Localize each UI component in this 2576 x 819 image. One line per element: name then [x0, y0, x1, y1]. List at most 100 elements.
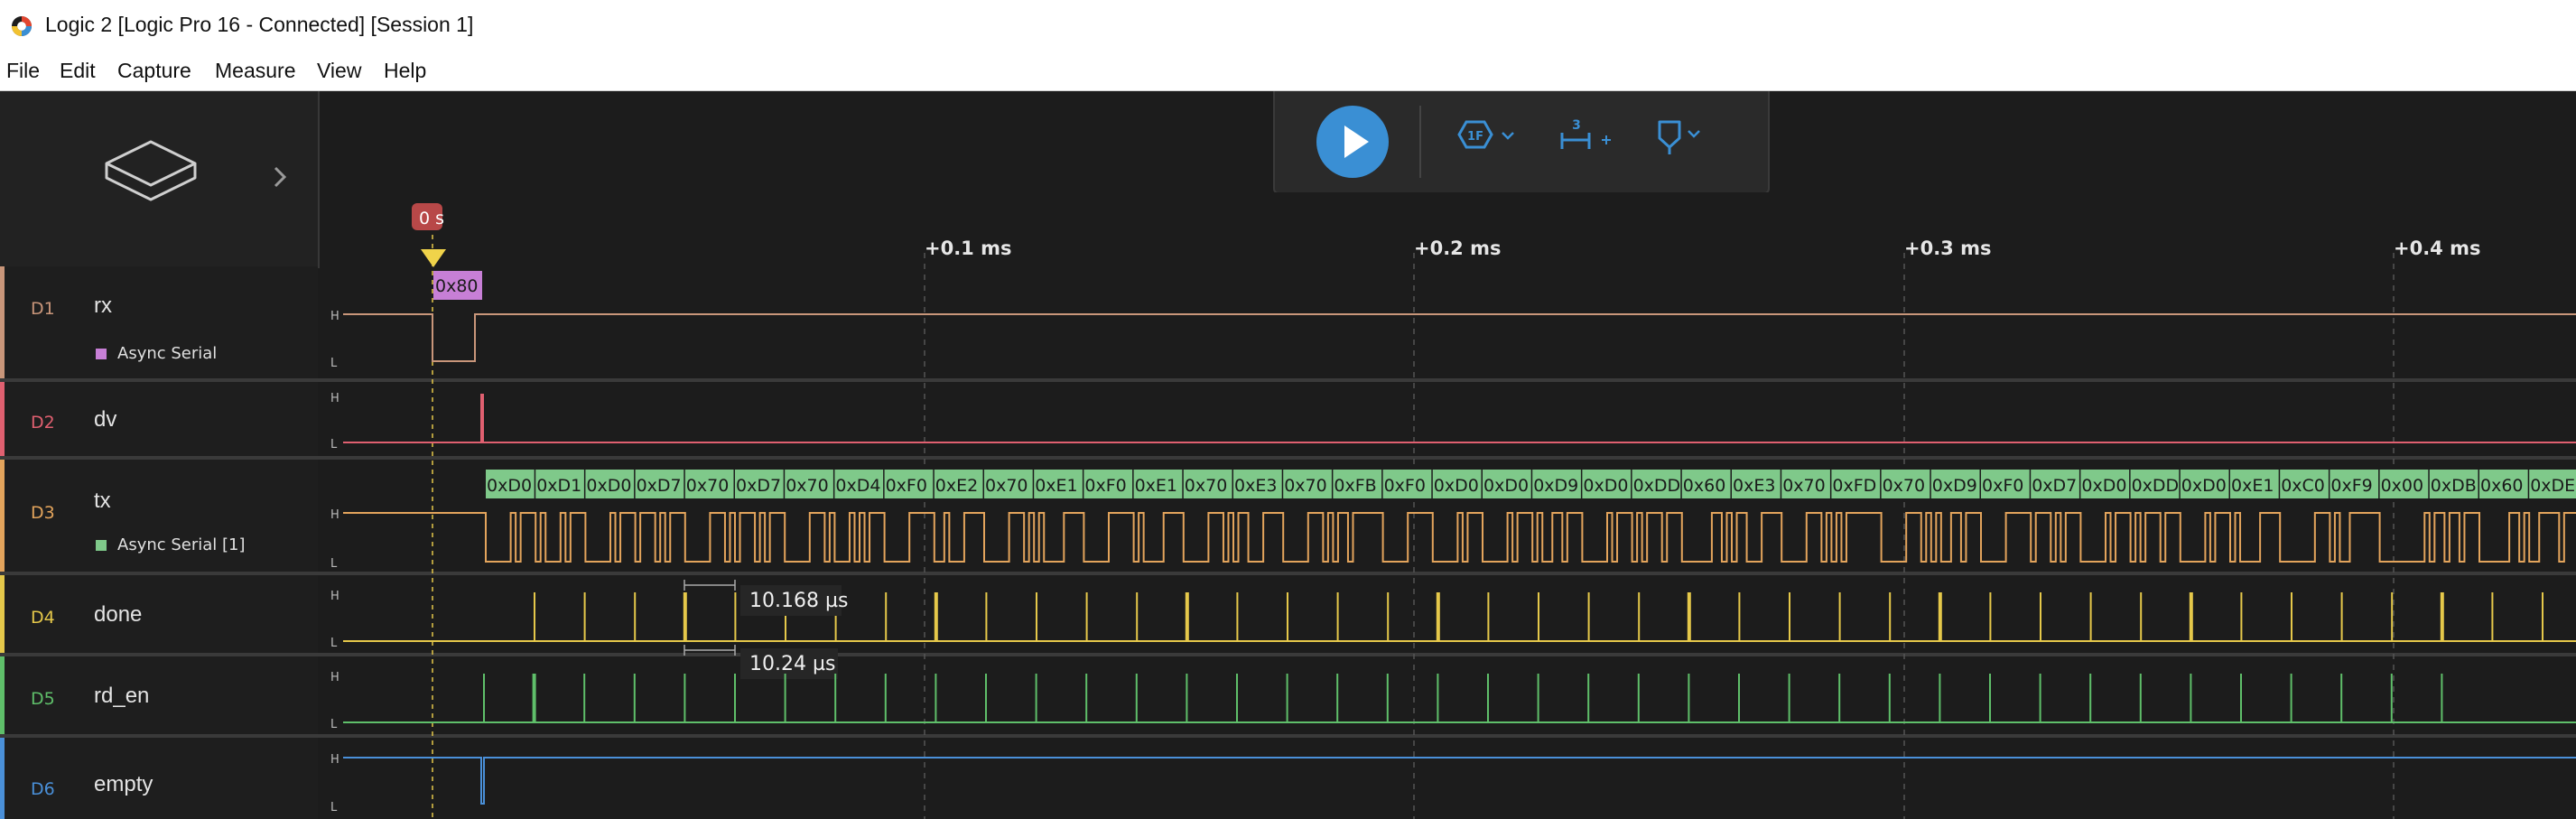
width-measurement: 10.24 µs — [749, 653, 835, 675]
logic-app-icon — [11, 15, 33, 37]
channel-color-bar — [0, 460, 5, 572]
tx-frame-label: 0xD0 — [586, 476, 631, 496]
level-high-label: H — [330, 590, 339, 603]
tx-frame-label: 0xF0 — [1982, 476, 2023, 496]
level-high-label: H — [330, 508, 339, 522]
tx-frame-label: 0xD0 — [487, 476, 532, 496]
channel-row-d6[interactable]: D6 empty — [0, 738, 318, 819]
tx-frame-label: 0xD9 — [1932, 476, 1977, 496]
analyzer-name: Async Serial — [117, 344, 218, 363]
level-low-label: L — [330, 801, 338, 814]
level-high-label: H — [330, 310, 339, 323]
svg-text:1F: 1F — [1467, 130, 1483, 144]
channel-name[interactable]: dv — [94, 407, 116, 433]
toolbar-divider — [1419, 106, 1421, 178]
tx-frame-label: 0xD0 — [1583, 476, 1628, 496]
empty-waveform — [343, 757, 2576, 805]
channel-name[interactable]: done — [94, 602, 142, 628]
tx-frame-label: 0x70 — [1185, 476, 1228, 496]
level-high-label: H — [330, 671, 339, 684]
channel-name[interactable]: rx — [94, 293, 112, 319]
menu-help[interactable]: Help — [384, 59, 426, 83]
rx-waveform — [343, 313, 2576, 362]
timeline-tick-label: +0.4 ms — [2394, 237, 2481, 259]
menu-file[interactable]: File — [6, 59, 40, 83]
channel-row-d3[interactable]: D3 tx Async Serial [1] — [0, 460, 318, 572]
tx-frame-label: 0xD7 — [637, 476, 682, 496]
channel-name[interactable]: tx — [94, 489, 111, 514]
trigger-marker-label: 0 s — [419, 209, 444, 228]
trigger-icon[interactable]: 1F — [1455, 118, 1520, 167]
level-low-label: L — [330, 718, 338, 731]
tx-frame-label: 0xF9 — [2330, 476, 2372, 496]
tx-frame-label: 0xD0 — [1483, 476, 1529, 496]
chevron-right-icon[interactable] — [271, 163, 289, 194]
analyzer-color-swatch — [96, 540, 107, 551]
analyzer-label[interactable]: Async Serial [1] — [96, 535, 246, 554]
channel-color-bar — [0, 575, 5, 653]
channel-row-d2[interactable]: D2 dv — [0, 382, 318, 456]
title-bar: Logic 2 [Logic Pro 16 - Connected] [Sess… — [0, 0, 2576, 52]
period-measurement: 10.168 µs — [749, 590, 848, 612]
svg-text:3: 3 — [1572, 118, 1581, 133]
window-title: Logic 2 [Logic Pro 16 - Connected] [Sess… — [45, 13, 474, 36]
channel-id: D5 — [31, 689, 55, 709]
level-low-label: L — [330, 557, 338, 571]
tx-frame-label: 0xD0 — [2181, 476, 2227, 496]
start-capture-button[interactable] — [1316, 106, 1389, 178]
tx-frame-label: 0xD9 — [1533, 476, 1578, 496]
tx-frame-label: 0x70 — [1883, 476, 1926, 496]
channel-row-d1[interactable]: D1 rx Async Serial — [0, 266, 318, 378]
tx-frame-label: 0xE1 — [2231, 476, 2274, 496]
menu-capture[interactable]: Capture — [117, 59, 191, 83]
level-low-label: L — [330, 357, 338, 370]
device-icon[interactable] — [101, 136, 200, 212]
channel-row-d4[interactable]: D4 done — [0, 575, 318, 653]
channel-row-d5[interactable]: D5 rd_en — [0, 656, 318, 734]
tx-frame-label: 0xF0 — [1384, 476, 1426, 496]
tx-frame-label: 0xE3 — [1733, 476, 1775, 496]
tx-frame-label: 0xD1 — [536, 476, 581, 496]
tx-frame-label: 0xE2 — [935, 476, 978, 496]
timeline-tick-label: +0.3 ms — [1904, 237, 1992, 259]
tx-frame-label: 0xD0 — [1434, 476, 1479, 496]
tx-frame-label: 0xD7 — [736, 476, 781, 496]
analyzer-color-swatch — [96, 349, 107, 359]
dv-waveform — [343, 394, 2576, 443]
marker-icon[interactable] — [1652, 118, 1706, 167]
tx-frame-label: 0xFD — [1832, 476, 1876, 496]
level-low-label: L — [330, 637, 338, 650]
tx-frame-label: 0xF0 — [1084, 476, 1126, 496]
width-measure-bracket — [684, 645, 736, 656]
tx-frame-label: 0x60 — [2480, 476, 2524, 496]
timeline-tick-label: +0.2 ms — [1414, 237, 1502, 259]
period-measure-bracket — [684, 580, 736, 591]
tx-frame-label: 0xFB — [1334, 476, 1376, 496]
tx-frame-label: 0x70 — [1284, 476, 1327, 496]
menu-edit[interactable]: Edit — [60, 59, 96, 83]
timeline-tick-label: +0.1 ms — [925, 237, 1012, 259]
tx-frame-label: 0xC0 — [2281, 476, 2325, 496]
channel-color-bar — [0, 738, 5, 819]
timing-marker-icon[interactable]: 3 — [1555, 116, 1618, 165]
menu-measure[interactable]: Measure — [215, 59, 295, 83]
play-icon — [1344, 126, 1369, 158]
channel-name[interactable]: empty — [94, 772, 153, 797]
channel-name[interactable]: rd_en — [94, 684, 149, 709]
channel-color-bar — [0, 266, 5, 378]
channel-id: D4 — [31, 608, 55, 628]
tx-frame-label: 0x70 — [686, 476, 730, 496]
tx-frame-label: 0x00 — [2381, 476, 2424, 496]
tx-waveform — [343, 512, 2576, 563]
waveform-plot[interactable]: +0.1 ms +0.2 ms +0.3 ms +0.4 ms 0 s H L 0x80 H L H… — [320, 192, 2576, 819]
tx-frame-label: 0xD0 — [2081, 476, 2126, 496]
tx-frame-label: 0xDE — [2530, 476, 2575, 496]
channel-id: D2 — [31, 413, 55, 433]
tx-frame-label: 0xDD — [1633, 476, 1681, 496]
menu-view[interactable]: View — [317, 59, 361, 83]
analyzer-label[interactable]: Async Serial — [96, 344, 217, 363]
level-high-label: H — [330, 392, 339, 405]
capture-toolbar: 1F 3 — [1273, 91, 1770, 194]
tx-frame-label: 0xDD — [2132, 476, 2180, 496]
menu-bar: File Edit Capture Measure View Help — [0, 52, 2576, 91]
